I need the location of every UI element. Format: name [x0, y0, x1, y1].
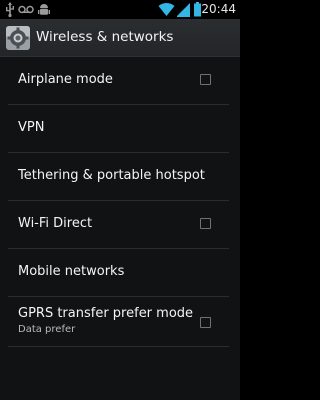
usb-icon: [6, 2, 14, 18]
setting-wifi-direct[interactable]: Wi-Fi Direct: [0, 201, 240, 249]
setting-label: Airplane mode: [18, 72, 113, 87]
airplane-mode-checkbox[interactable]: [200, 74, 211, 85]
status-time: 20:44: [201, 2, 236, 16]
setting-label: GPRS transfer prefer mode: [18, 306, 194, 321]
setting-label: Wi-Fi Direct: [18, 216, 93, 231]
action-bar: Wireless & networks: [0, 19, 240, 57]
settings-list: Airplane mode VPN Tethering & portable h…: [0, 57, 240, 347]
usb-debug-icon: [38, 4, 50, 15]
screen: 20:44 Wireless & networks Airplane mode: [0, 0, 240, 400]
status-bar: 20:44: [0, 0, 240, 19]
setting-gprs-transfer[interactable]: GPRS transfer prefer mode Data prefer: [0, 297, 240, 347]
setting-vpn[interactable]: VPN: [0, 105, 240, 153]
setting-airplane-mode[interactable]: Airplane mode: [0, 57, 240, 105]
setting-label: Mobile networks: [18, 264, 125, 279]
gprs-transfer-checkbox[interactable]: [200, 317, 211, 328]
wifi-direct-checkbox[interactable]: [200, 218, 211, 229]
setting-summary: Data prefer: [18, 324, 76, 335]
setting-mobile-networks[interactable]: Mobile networks: [0, 249, 240, 297]
voicemail-icon: [18, 5, 34, 14]
setting-label: Tethering & portable hotspot: [18, 168, 205, 183]
wifi-icon: [158, 2, 175, 17]
settings-app-icon[interactable]: [5, 25, 31, 51]
signal-icon: [177, 3, 190, 17]
divider: [8, 346, 229, 347]
setting-tethering[interactable]: Tethering & portable hotspot: [0, 153, 240, 201]
setting-label: VPN: [18, 120, 45, 135]
page-title: Wireless & networks: [36, 29, 174, 45]
